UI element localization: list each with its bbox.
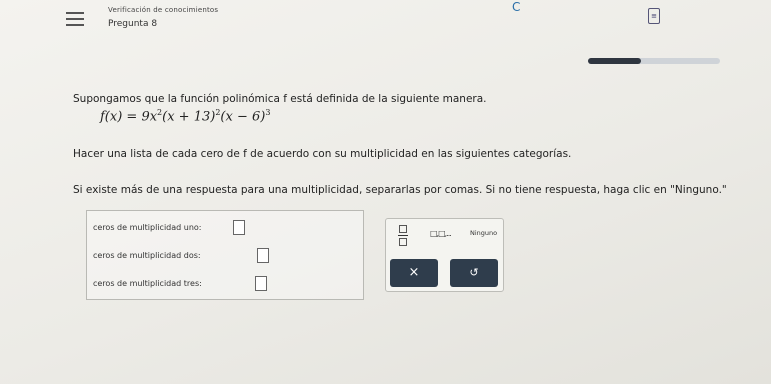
list-button[interactable]: □,□,... — [430, 229, 452, 238]
question-number: Pregunta 8 — [108, 19, 158, 29]
formula-factor2: (x + 13) — [162, 109, 216, 125]
answer-input-two[interactable] — [257, 248, 269, 263]
answer-box: ceros de multiplicidad uno: ceros de mul… — [86, 210, 364, 300]
question-note: Si existe más de una respuesta para una … — [73, 184, 727, 196]
formula-lhs: f(x) = 9x — [100, 109, 158, 125]
refresh-icon[interactable]: C — [512, 0, 520, 14]
answer-label-three: ceros de multiplicidad tres: — [93, 279, 202, 288]
polynomial-formula: f(x) = 9x2(x + 13)2(x − 6)3 — [100, 108, 270, 124]
progress-bar — [588, 58, 720, 64]
answer-label-one: ceros de multiplicidad uno: — [93, 223, 202, 232]
calculator-icon[interactable]: ≡ — [648, 8, 660, 24]
question-instruction: Hacer una lista de cada cero de f de acu… — [73, 148, 572, 160]
formula-exp3: 3 — [265, 108, 271, 117]
answer-input-one[interactable] — [233, 220, 245, 235]
assignment-title: Verificación de conocimientos — [108, 6, 219, 14]
none-button[interactable]: Ninguno — [470, 229, 497, 237]
question-intro: Supongamos que la función polinómica f e… — [73, 93, 487, 105]
math-palette: □,□,... Ninguno × ↺ — [385, 218, 504, 292]
progress-fill — [588, 58, 641, 64]
fraction-icon[interactable] — [398, 225, 408, 246]
menu-icon[interactable] — [66, 12, 84, 26]
undo-button[interactable]: ↺ — [450, 259, 498, 287]
clear-button[interactable]: × — [390, 259, 438, 287]
formula-factor3: (x − 6) — [220, 109, 266, 125]
header: Verificación de conocimientos Pregunta 8… — [0, 0, 771, 48]
answer-input-three[interactable] — [255, 276, 267, 291]
answer-label-two: ceros de multiplicidad dos: — [93, 251, 201, 260]
